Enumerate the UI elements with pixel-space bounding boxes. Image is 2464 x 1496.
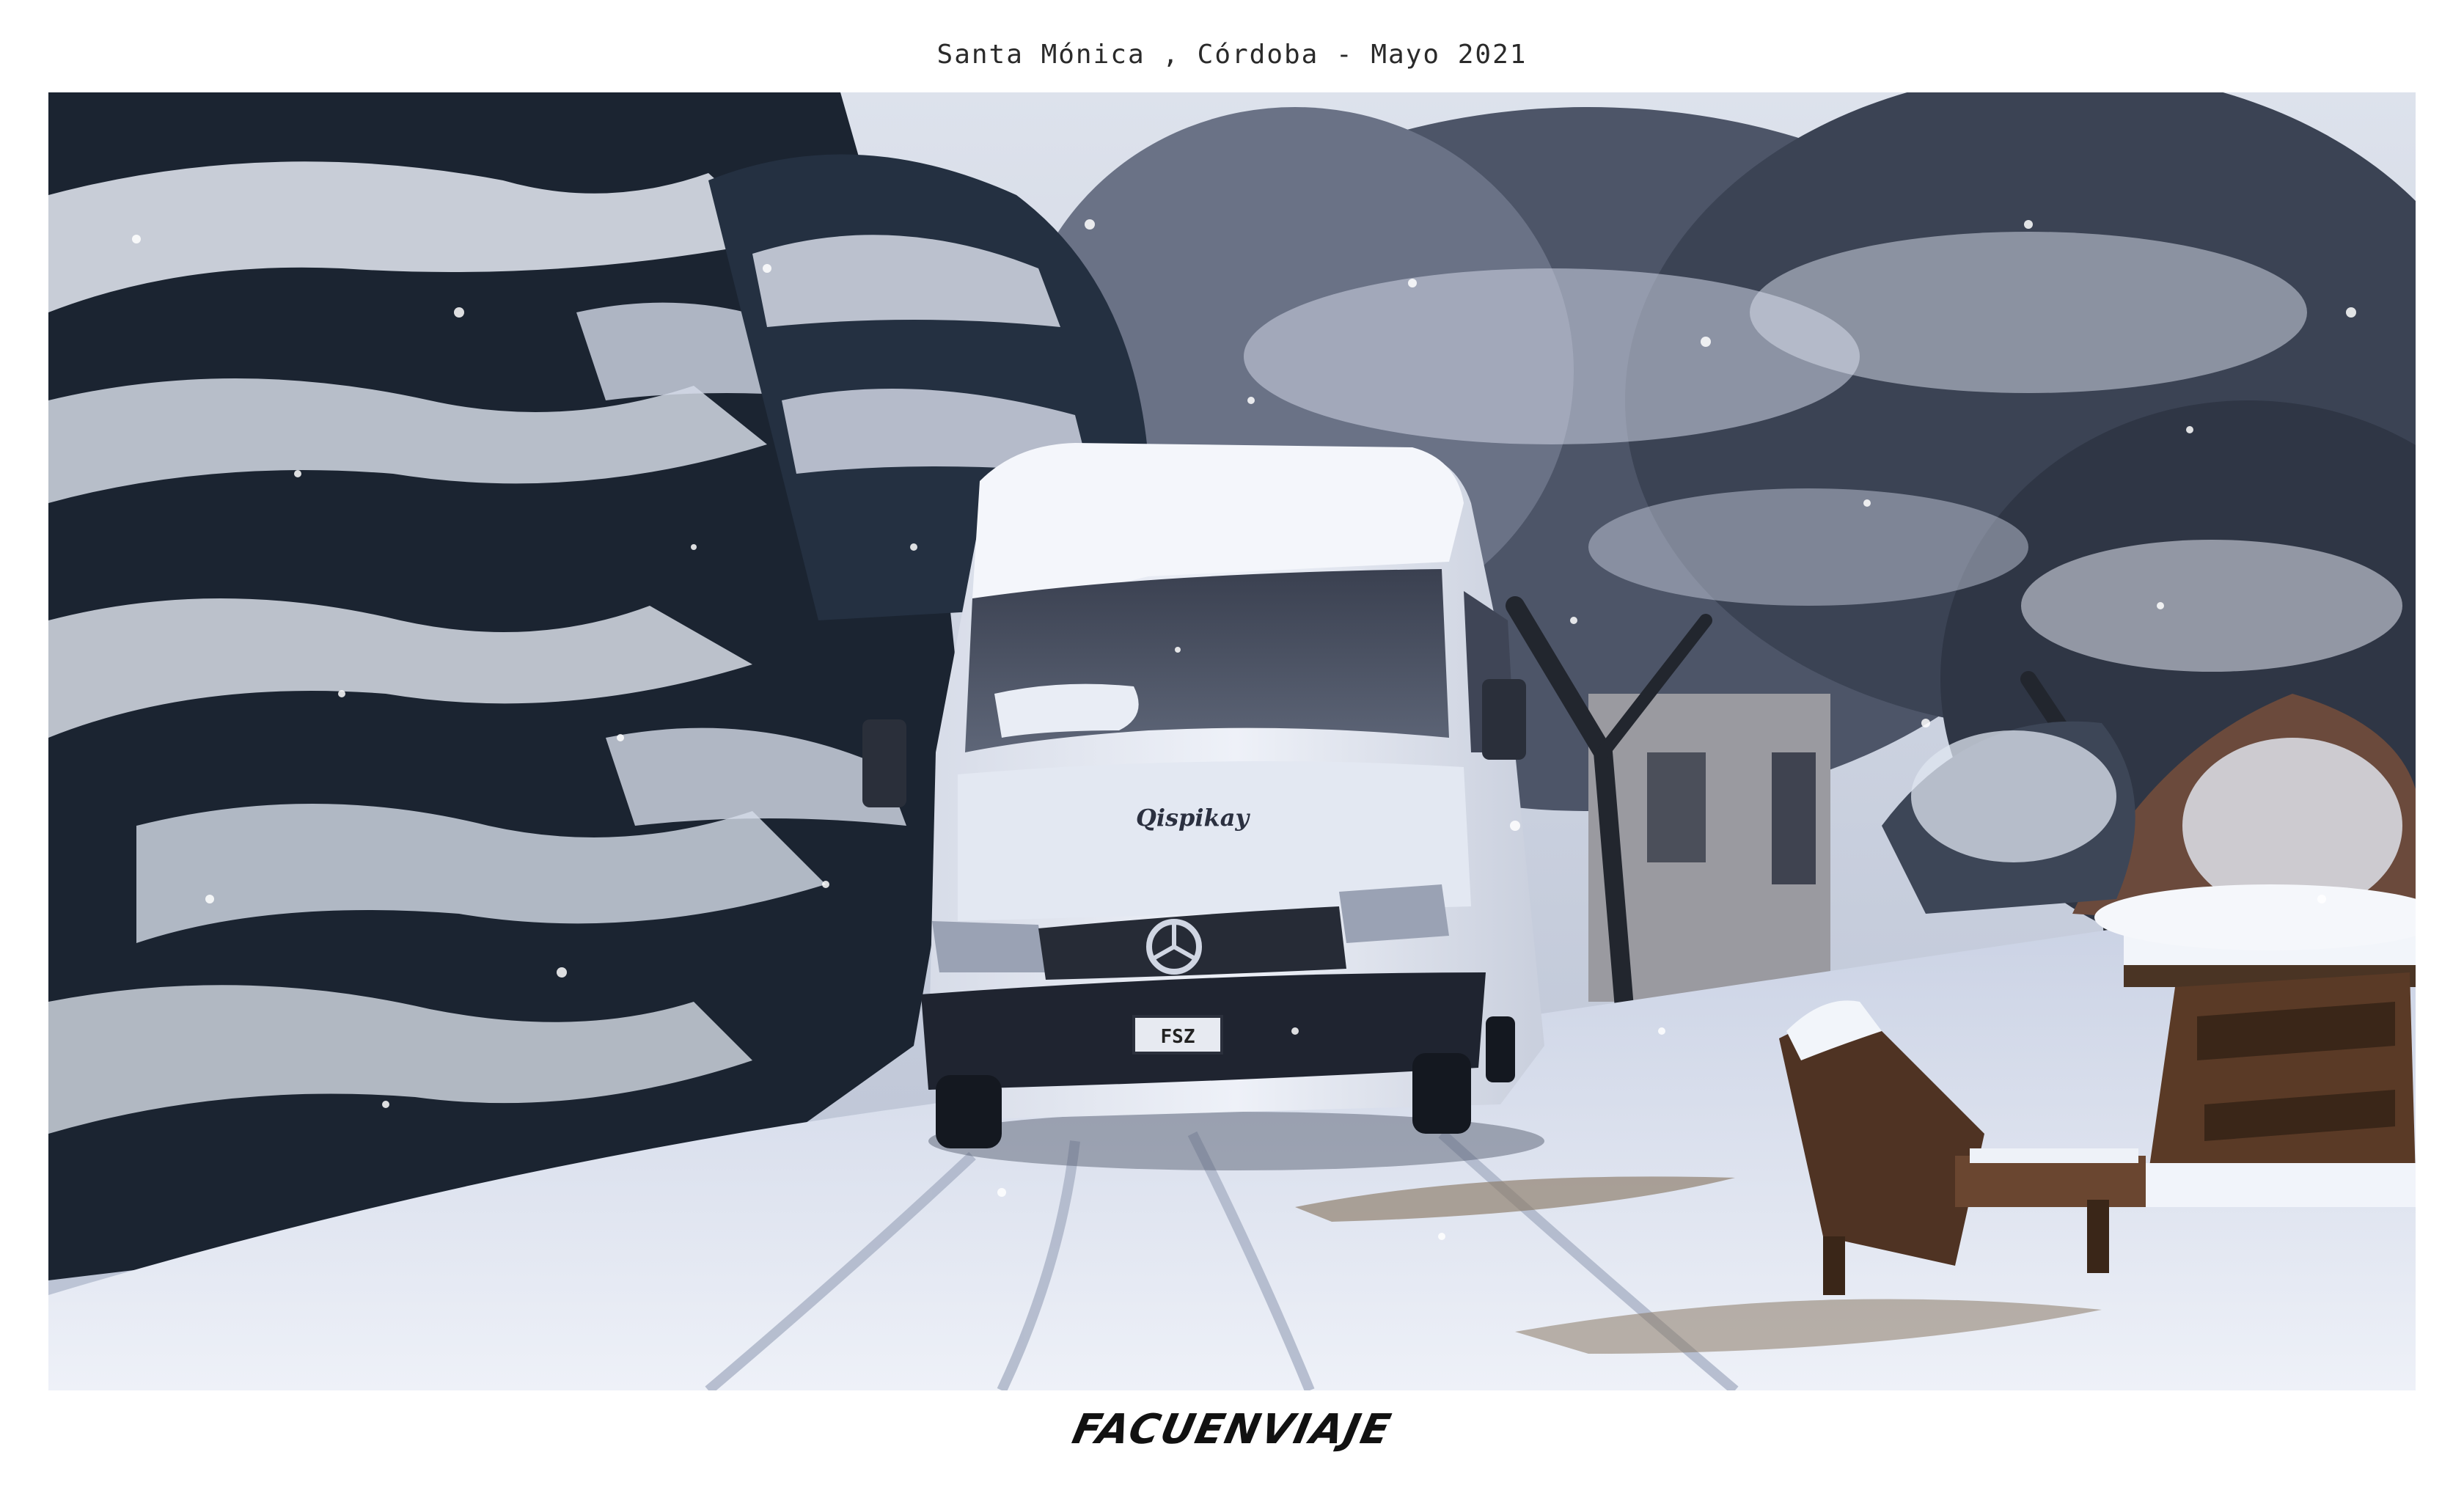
photo-caption: Santa Mónica , Córdoba - Mayo 2021 <box>936 40 1528 70</box>
snow-scene-photo: Qispikay FSZ <box>48 92 2416 1390</box>
van-brand-decal: Qispikay <box>1136 804 1250 832</box>
photographer-signature: FACUENVIAJE <box>1068 1406 1396 1453</box>
photo-illustration: Qispikay FSZ <box>48 92 2416 1390</box>
license-plate: FSZ <box>1161 1026 1195 1048</box>
